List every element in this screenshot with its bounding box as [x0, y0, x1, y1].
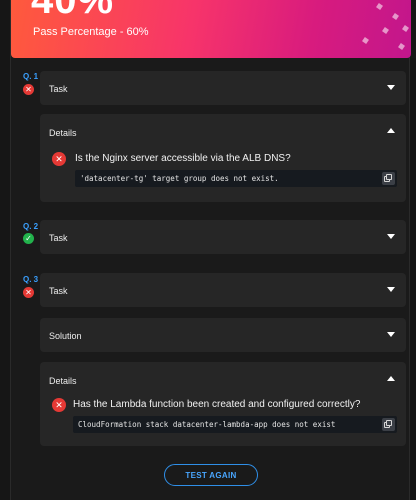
confetti-decoration	[382, 27, 389, 34]
confetti-decoration	[376, 3, 383, 10]
detail-question: Has the Lambda function been created and…	[73, 399, 361, 410]
chevron-down-icon[interactable]	[387, 85, 395, 90]
chevron-up-icon[interactable]	[387, 128, 395, 133]
task-label: Task	[49, 84, 68, 94]
chevron-down-icon[interactable]	[387, 332, 395, 337]
confetti-decoration	[402, 25, 409, 32]
close-icon: ✕	[23, 84, 34, 95]
task-accordion[interactable]: Task	[40, 273, 406, 307]
close-icon: ✕	[52, 398, 66, 412]
task-label: Task	[49, 233, 68, 243]
task-label: Task	[49, 286, 68, 296]
confetti-decoration	[398, 43, 405, 50]
confetti-decoration	[392, 13, 399, 20]
pass-percentage: Pass Percentage - 60%	[33, 26, 149, 38]
detail-question: Is the Nginx server accessible via the A…	[75, 153, 291, 164]
question-number: Q. 2	[23, 222, 39, 231]
test-again-button[interactable]: TEST AGAIN	[164, 464, 258, 486]
confetti-decoration	[362, 37, 369, 44]
task-accordion[interactable]: Task	[40, 220, 406, 254]
task-accordion[interactable]: Task	[40, 71, 406, 105]
details-label: Details	[49, 376, 77, 386]
code-text: 'datacenter-tg' target group does not ex…	[80, 174, 279, 183]
check-icon: ✓	[23, 233, 34, 244]
results-page: 40% Pass Percentage - 60% Q. 1 ✕ Task De…	[0, 0, 416, 500]
question-number: Q. 1	[23, 72, 39, 81]
details-label: Details	[49, 128, 77, 138]
code-text: CloudFormation stack datacenter-lambda-a…	[78, 420, 336, 429]
results-container: 40% Pass Percentage - 60% Q. 1 ✕ Task De…	[10, 0, 411, 500]
copy-icon[interactable]	[382, 172, 395, 185]
code-output: 'datacenter-tg' target group does not ex…	[75, 170, 397, 187]
close-icon: ✕	[52, 152, 66, 166]
copy-icon[interactable]	[382, 418, 395, 431]
chevron-down-icon[interactable]	[387, 287, 395, 292]
scrollbar[interactable]	[410, 58, 416, 500]
solution-label: Solution	[49, 331, 82, 341]
code-output: CloudFormation stack datacenter-lambda-a…	[73, 416, 397, 433]
solution-accordion[interactable]: Solution	[40, 318, 406, 352]
chevron-up-icon[interactable]	[387, 376, 395, 381]
score-banner: 40% Pass Percentage - 60%	[11, 0, 411, 58]
question-number: Q. 3	[23, 275, 39, 284]
details-accordion[interactable]: Details ✕ Has the Lambda function been c…	[40, 362, 406, 446]
details-accordion[interactable]: Details ✕ Is the Nginx server accessible…	[40, 114, 406, 202]
chevron-down-icon[interactable]	[387, 234, 395, 239]
close-icon: ✕	[23, 287, 34, 298]
score-value: 40%	[31, 0, 115, 22]
